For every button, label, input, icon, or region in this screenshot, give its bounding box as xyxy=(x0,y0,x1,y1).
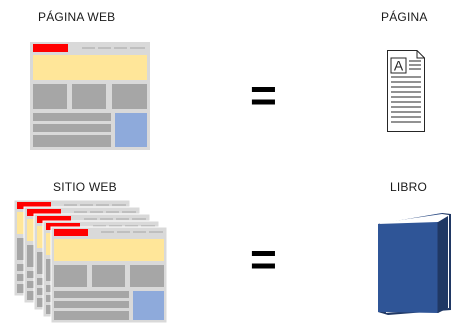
label-web-page: PÁGINA WEB xyxy=(38,10,116,24)
book-icon xyxy=(378,213,451,315)
website-stack-icon xyxy=(13,199,168,324)
document-page-icon: A xyxy=(387,50,425,132)
label-website: SITIO WEB xyxy=(53,180,117,194)
label-book: LIBRO xyxy=(390,180,428,194)
page-letter-glyph: A xyxy=(394,58,404,74)
web-page-icon xyxy=(30,42,150,150)
equals-sign-top: = xyxy=(250,69,277,121)
label-page: PÁGINA xyxy=(381,10,428,24)
equals-sign-bottom: = xyxy=(250,233,277,285)
